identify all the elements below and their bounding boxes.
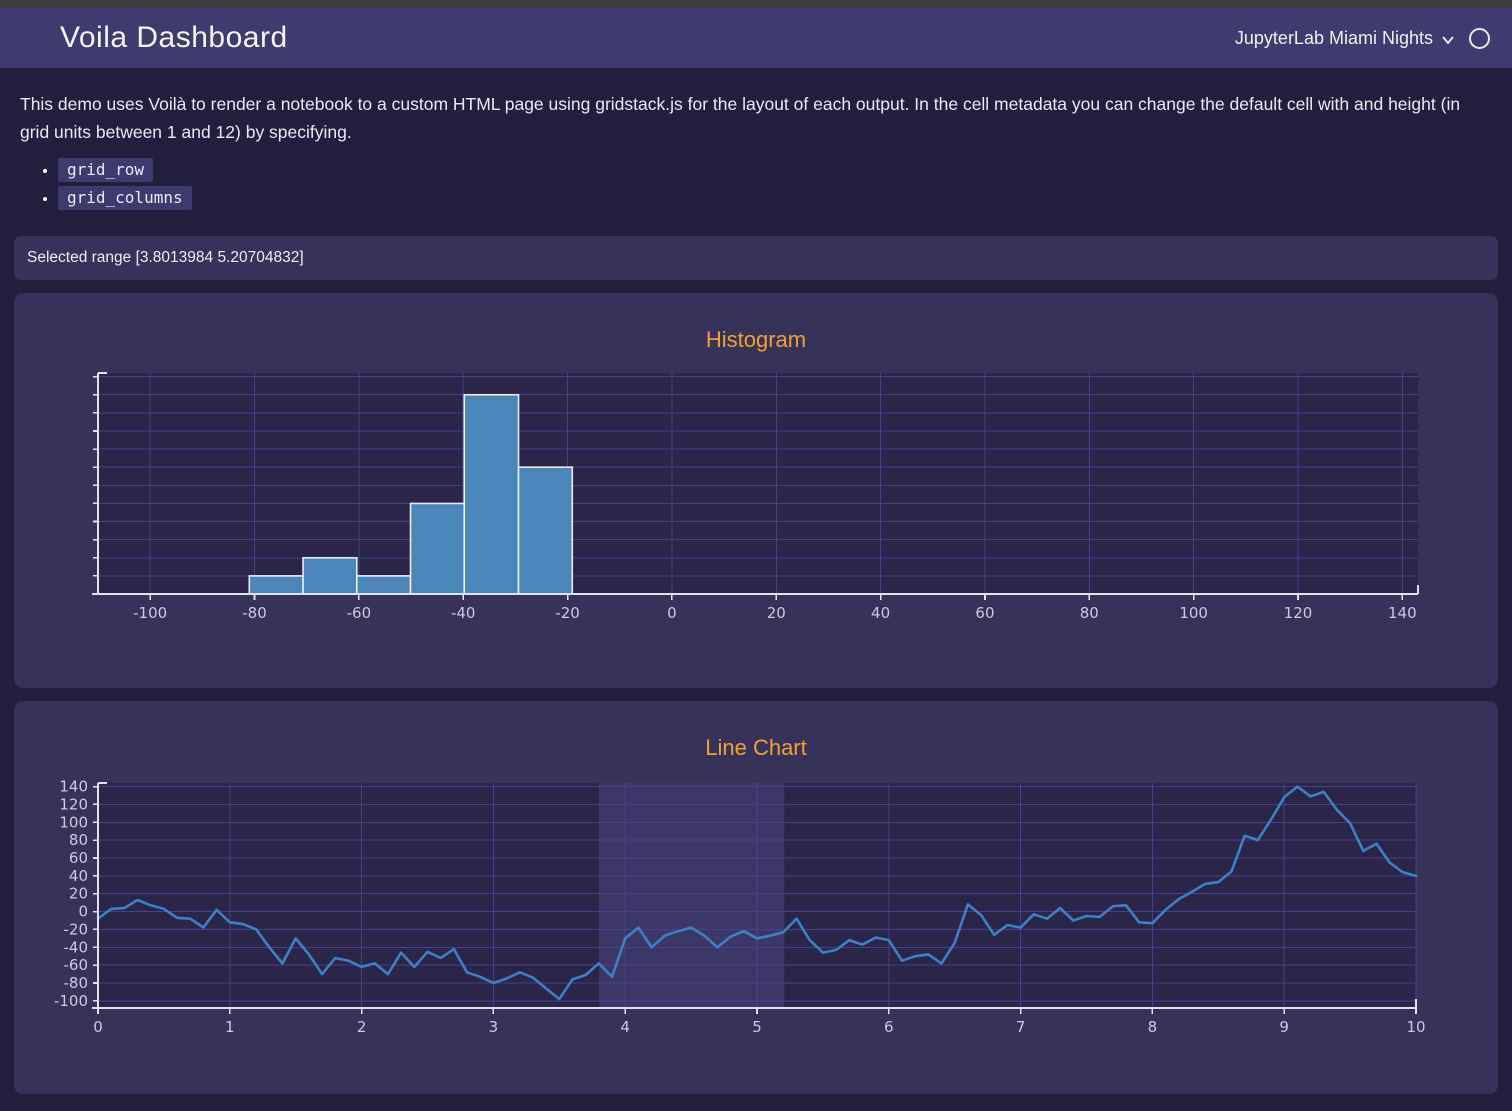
svg-text:2: 2 [357,1018,367,1036]
svg-text:20: 20 [69,885,88,903]
svg-text:20: 20 [767,604,786,622]
svg-text:-20: -20 [555,604,580,622]
svg-text:100: 100 [1179,604,1208,622]
svg-text:-80: -80 [64,974,89,992]
svg-text:-100: -100 [133,604,167,622]
selected-range-panel: Selected range [3.8013984 5.20704832] [14,236,1498,280]
svg-text:0: 0 [667,604,677,622]
list-item: grid_row [58,160,1498,180]
svg-text:40: 40 [69,867,88,885]
svg-text:-60: -60 [64,956,89,974]
linechart-card: Line Chart 140120100806040200-20-40-60-8… [14,701,1498,1094]
svg-text:0: 0 [78,903,88,921]
svg-text:-80: -80 [242,604,267,622]
dashboard-body: This demo uses Voilà to render a noteboo… [0,90,1512,1094]
histogram-title: Histogram [14,327,1498,353]
selected-range-text: Selected range [3.8013984 5.20704832] [27,249,304,267]
svg-text:-20: -20 [64,920,89,938]
svg-text:80: 80 [69,831,88,849]
grid-row-code-chip: grid_row [58,158,153,182]
svg-text:6: 6 [884,1018,894,1036]
svg-text:100: 100 [59,813,88,831]
svg-text:140: 140 [59,778,88,796]
svg-text:-100: -100 [54,992,88,1010]
top-strip [0,0,1512,8]
intro-text: This demo uses Voilà to render a noteboo… [20,90,1492,146]
svg-text:1: 1 [225,1018,235,1036]
theme-dropdown[interactable]: JupyterLab Miami Nights [1235,28,1455,49]
svg-text:140: 140 [1388,604,1417,622]
svg-text:120: 120 [59,795,88,813]
svg-text:-40: -40 [451,604,476,622]
svg-text:10: 10 [1406,1018,1425,1036]
svg-text:8: 8 [1148,1018,1158,1036]
svg-text:7: 7 [1016,1018,1026,1036]
svg-text:80: 80 [1080,604,1099,622]
histogram-card: Histogram -100 -80 -60 -40 -20 0 20 40 60 80 100 12… [14,293,1498,688]
svg-text:0: 0 [93,1018,103,1036]
svg-text:3: 3 [489,1018,499,1036]
svg-text:-60: -60 [347,604,372,622]
svg-text:40: 40 [871,604,890,622]
svg-text:4: 4 [620,1018,630,1036]
grid-columns-code-chip: grid_columns [58,186,192,210]
svg-text:120: 120 [1284,604,1313,622]
grid-options-list: grid_row grid_columns [14,160,1498,208]
svg-text:60: 60 [69,849,88,867]
app-header: Voila Dashboard JupyterLab Miami Nights [0,8,1512,68]
svg-text:9: 9 [1279,1018,1289,1036]
theme-dropdown-label: JupyterLab Miami Nights [1235,28,1433,49]
svg-text:60: 60 [975,604,994,622]
page-title: Voila Dashboard [60,21,288,55]
chevron-down-icon [1441,33,1455,47]
line-chart[interactable]: 140120100806040200-20-40-60-80-100012345… [14,775,1498,1047]
svg-text:5: 5 [752,1018,762,1036]
linechart-title: Line Chart [14,735,1498,761]
histogram-chart[interactable]: -100 -80 -60 -40 -20 0 20 40 60 80 100 120 140 [14,367,1498,635]
kernel-status-icon [1469,28,1490,49]
svg-text:-40: -40 [64,938,89,956]
list-item: grid_columns [58,188,1498,208]
